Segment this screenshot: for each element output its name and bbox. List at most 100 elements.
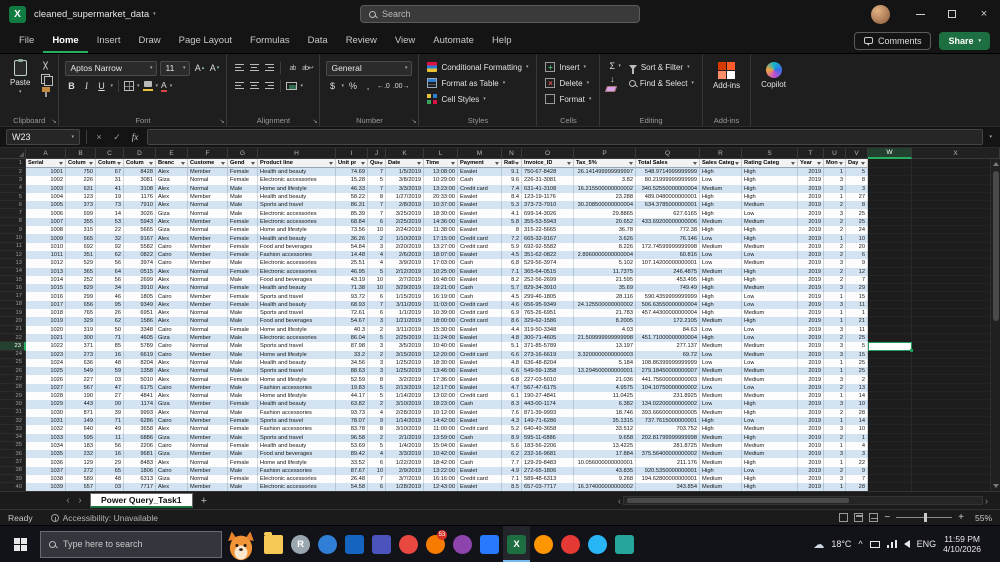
font-name-select[interactable]: Aptos Narrow ▾ — [65, 60, 158, 76]
cell[interactable]: Food and beverages — [258, 242, 336, 251]
menu-tab-automate[interactable]: Automate — [424, 28, 483, 53]
cell[interactable] — [868, 375, 912, 384]
column-header-Q[interactable]: Q — [636, 148, 700, 159]
cell[interactable]: 393.66600000000005 — [636, 408, 700, 417]
cell[interactable]: 2/9/2019 — [386, 466, 424, 475]
column-header-X[interactable]: X — [912, 148, 1000, 159]
percent-style-button[interactable]: % — [347, 80, 359, 93]
cell[interactable]: 871 — [66, 408, 96, 417]
cell[interactable]: 2019 — [798, 250, 824, 260]
cell[interactable]: High — [700, 226, 742, 235]
cell[interactable]: Sports and travel — [258, 292, 336, 301]
cell[interactable]: Alex — [156, 184, 188, 193]
close-button[interactable]: × — [968, 0, 1000, 28]
cell[interactable]: 6.2 — [502, 450, 522, 459]
cell[interactable]: 9.1 — [502, 168, 522, 177]
cell[interactable]: 7 — [368, 300, 386, 310]
edge-browser-icon[interactable] — [314, 526, 341, 562]
cell[interactable]: 190 — [66, 392, 96, 401]
cell[interactable]: 8.2005 — [574, 317, 636, 326]
formula-input[interactable] — [147, 129, 984, 145]
cell[interactable]: 2 — [824, 250, 846, 260]
cell[interactable] — [868, 400, 912, 409]
cell[interactable]: Ewalet — [458, 226, 502, 235]
table-column-header[interactable]: Quan — [368, 159, 386, 168]
cell[interactable]: Cairo — [156, 441, 188, 451]
cell[interactable]: Male — [228, 209, 258, 218]
cell[interactable]: Male — [228, 367, 258, 376]
borders-button[interactable] — [123, 81, 134, 91]
cell[interactable]: Giza — [156, 176, 188, 185]
column-header-H[interactable]: H — [258, 148, 336, 159]
cell[interactable]: 5.6 — [502, 441, 522, 451]
cell[interactable]: 1 — [846, 309, 868, 318]
cell[interactable]: 765 — [66, 309, 96, 318]
cell[interactable]: 636-48-8204 — [522, 358, 574, 368]
cell[interactable]: 640 — [66, 425, 96, 434]
cell[interactable]: Female — [228, 217, 258, 227]
cell[interactable]: 19.83 — [336, 383, 368, 393]
cell[interactable]: Normal — [188, 176, 228, 185]
row-header-18[interactable]: 18 — [0, 300, 26, 310]
cell[interactable]: 6.9 — [502, 309, 522, 318]
cell[interactable]: Alex — [156, 375, 188, 384]
cell[interactable]: 1/1/2019 — [386, 309, 424, 318]
cell[interactable]: 300 — [66, 333, 96, 343]
cell[interactable] — [868, 250, 912, 260]
cancel-entry-button[interactable]: × — [93, 132, 105, 142]
cell[interactable]: 18:07:00 — [424, 250, 458, 260]
cell[interactable]: 529 — [66, 259, 96, 268]
cell[interactable]: 232 — [66, 450, 96, 459]
cell[interactable]: 567-47-6175 — [522, 383, 574, 393]
cell[interactable]: Fashion accessories — [258, 408, 336, 417]
cell[interactable]: 6.6 — [502, 350, 522, 359]
active-cell-W23[interactable] — [868, 342, 913, 352]
cell[interactable]: 25 — [846, 333, 868, 343]
cell[interactable]: 750-67-8428 — [522, 168, 574, 177]
cell[interactable]: 2019 — [798, 441, 824, 451]
cell[interactable]: Normal — [188, 226, 228, 235]
cell[interactable]: Ewalet — [458, 483, 502, 491]
cell[interactable]: 10:12:00 — [424, 408, 458, 417]
align-left-button[interactable] — [233, 80, 245, 93]
cell[interactable]: 39 — [96, 408, 124, 417]
column-header-S[interactable]: S — [742, 148, 798, 159]
cell[interactable] — [912, 358, 1000, 368]
cell[interactable]: 54.67 — [336, 317, 368, 326]
cell[interactable]: Normal — [188, 474, 228, 484]
column-header-P[interactable]: P — [574, 148, 636, 159]
cell[interactable]: 83.78 — [336, 425, 368, 434]
cell[interactable]: 1015 — [26, 284, 66, 293]
row-header-15[interactable]: 15 — [0, 275, 26, 285]
cell[interactable]: 2 — [824, 275, 846, 285]
cell[interactable]: 1002 — [26, 176, 66, 185]
cell[interactable]: 3 — [368, 317, 386, 326]
cell[interactable]: Ewalet — [458, 416, 502, 426]
format-painter-icon[interactable] — [40, 87, 52, 97]
cell[interactable]: 202.81799999999998 — [636, 433, 700, 442]
cell[interactable]: 3/25/2019 — [386, 209, 424, 218]
cell[interactable] — [868, 259, 912, 268]
share-button[interactable]: Share ▾ — [939, 31, 990, 50]
cell[interactable] — [912, 450, 1000, 459]
cell[interactable]: 1011 — [26, 250, 66, 260]
cell[interactable]: 7 — [368, 168, 386, 177]
cell[interactable]: Ewalet — [458, 201, 502, 210]
cell[interactable]: 2019 — [798, 392, 824, 401]
cell[interactable]: Male — [228, 259, 258, 268]
cell[interactable]: 920.5350000000001 — [636, 466, 700, 475]
cell[interactable] — [868, 325, 912, 334]
cell[interactable]: 85 — [96, 342, 124, 351]
cell[interactable]: Alex — [156, 317, 188, 326]
cell[interactable]: High — [700, 333, 742, 343]
row-header-25[interactable]: 25 — [0, 358, 26, 368]
cell[interactable]: High — [742, 433, 798, 442]
cell[interactable]: 1024 — [26, 358, 66, 368]
paste-button[interactable]: Paste ▾ — [6, 59, 34, 96]
table-column-header[interactable]: Year — [798, 159, 824, 168]
cell[interactable]: Normal — [188, 392, 228, 401]
cell[interactable]: Cash — [458, 400, 502, 409]
row-header-40[interactable]: 40 — [0, 483, 26, 491]
cell[interactable]: Member — [188, 450, 228, 459]
cell[interactable]: Medium — [700, 184, 742, 193]
